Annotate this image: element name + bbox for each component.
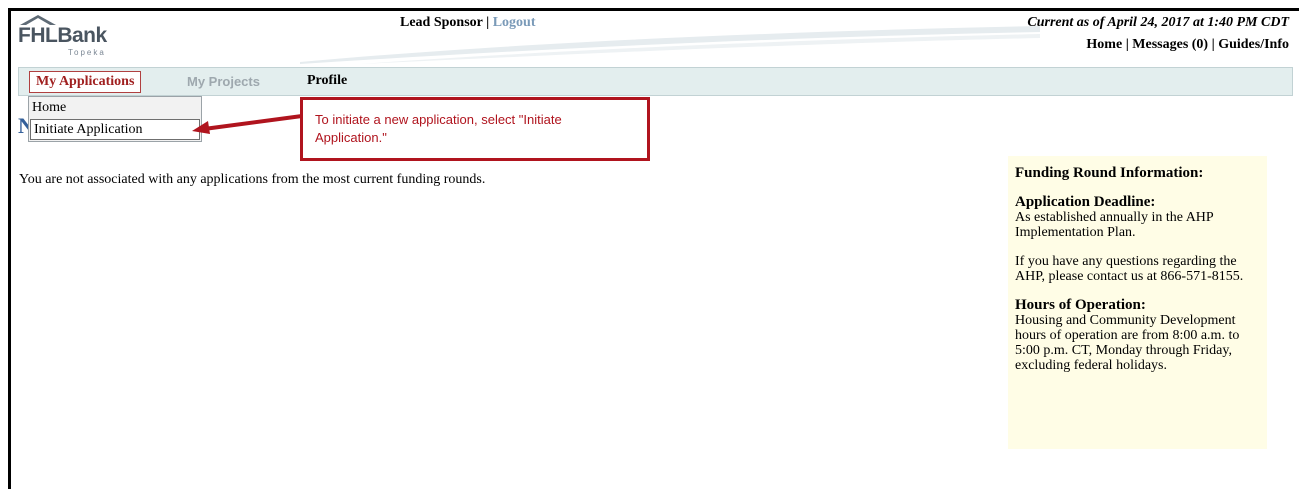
dropdown-item-home[interactable]: Home [29, 97, 201, 118]
separator: | [1208, 37, 1219, 52]
fhlbank-logo[interactable]: FHLBank Topeka [18, 14, 118, 57]
deadline-heading: Application Deadline: [1015, 194, 1156, 210]
hours-heading: Hours of Operation: [1015, 297, 1146, 313]
home-link[interactable]: Home [1086, 37, 1122, 52]
callout-text: To initiate a new application, select "I… [315, 112, 562, 145]
current-as-of-text: Current as of April 24, 2017 at 1:40 PM … [1027, 15, 1289, 30]
separator: | [1122, 37, 1133, 52]
separator: | [482, 15, 493, 30]
deadline-text: As established annually in the AHP Imple… [1015, 210, 1214, 240]
top-links: Home | Messages (0) | Guides/Info [1086, 37, 1289, 53]
nav-profile[interactable]: Profile [307, 73, 347, 89]
funding-round-info-panel: Funding Round Information: Application D… [1008, 156, 1267, 449]
user-role: Lead Sponsor [400, 15, 483, 30]
main-nav: My Applications My Projects Profile [18, 67, 1293, 96]
callout-arrow-icon [192, 114, 303, 134]
user-bar: Lead Sponsor | Logout [400, 15, 536, 31]
messages-link[interactable]: Messages (0) [1132, 37, 1208, 52]
my-applications-dropdown: Home Initiate Application [28, 96, 202, 142]
logo-subtext: Topeka [68, 48, 106, 57]
hours-text: Housing and Community Development hours … [1015, 313, 1240, 373]
nav-my-applications[interactable]: My Applications [29, 71, 142, 93]
no-applications-message: You are not associated with any applicat… [19, 172, 486, 187]
logout-link[interactable]: Logout [493, 15, 536, 30]
info-title: Funding Round Information: [1015, 165, 1204, 181]
questions-text: If you have any questions regarding the … [1015, 254, 1244, 284]
instruction-callout: To initiate a new application, select "I… [300, 97, 650, 161]
logo-text: FHLBank [18, 24, 107, 47]
guides-info-link[interactable]: Guides/Info [1218, 37, 1289, 52]
nav-my-projects[interactable]: My Projects [187, 74, 260, 89]
dropdown-item-initiate-application[interactable]: Initiate Application [30, 119, 200, 140]
